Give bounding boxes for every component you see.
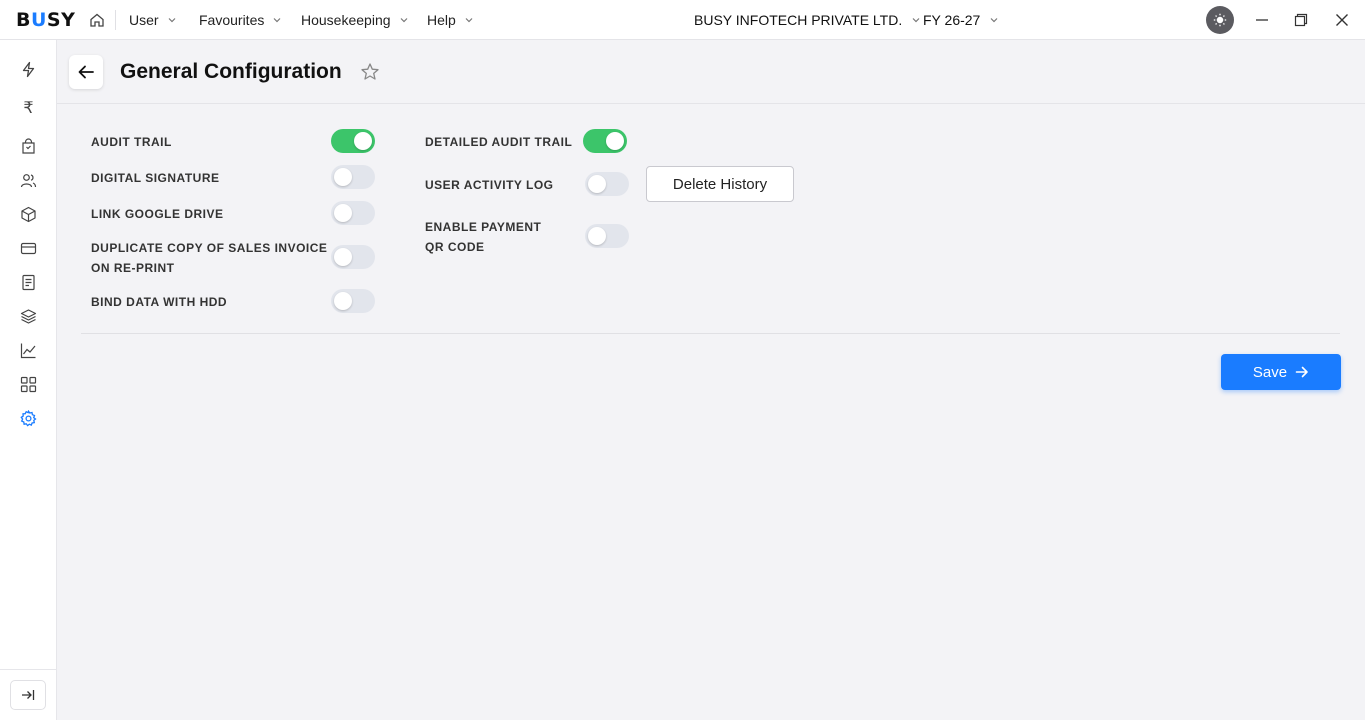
toggle-knob: [354, 132, 372, 150]
enable-payment-qr-toggle[interactable]: [585, 224, 629, 248]
rupee-icon[interactable]: ₹: [20, 99, 37, 116]
chevron-down-icon: [273, 18, 281, 23]
detailed-audit-trail-label: DETAILED AUDIT TRAIL: [425, 135, 573, 149]
page-title: General Configuration: [120, 60, 342, 83]
menu-favourites-label: Favourites: [199, 12, 265, 28]
line-chart-icon[interactable]: [20, 342, 37, 359]
home-icon[interactable]: [89, 12, 105, 28]
top-bar: BUSY User Favourites Housekeeping Help B…: [0, 0, 1365, 40]
bind-data-hdd-label: BIND DATA WITH HDD: [91, 295, 228, 309]
menu-housekeeping[interactable]: Housekeeping: [301, 0, 408, 40]
layers-icon[interactable]: [20, 308, 37, 325]
menu-user[interactable]: User: [129, 0, 176, 40]
divider: [0, 669, 56, 670]
enable-payment-qr-label-line1: ENABLE PAYMENT: [425, 220, 542, 234]
bind-data-hdd-toggle[interactable]: [331, 289, 375, 313]
digital-signature-label: DIGITAL SIGNATURE: [91, 171, 220, 185]
star-icon[interactable]: [360, 62, 380, 82]
back-button[interactable]: [69, 55, 103, 89]
audit-trail-label: AUDIT TRAIL: [91, 135, 172, 149]
arrow-right-icon: [1295, 366, 1308, 378]
theme-toggle-button[interactable]: [1206, 6, 1234, 34]
chevron-down-icon: [465, 18, 473, 23]
menu-help[interactable]: Help: [427, 0, 473, 40]
shopping-bag-icon[interactable]: [20, 138, 37, 155]
enable-payment-qr-label-line2: QR CODE: [425, 240, 485, 254]
menu-help-label: Help: [427, 12, 456, 28]
save-button-label: Save: [1252, 363, 1288, 381]
duplicate-copy-label-line2: ON RE-PRINT: [91, 261, 175, 275]
divider: [81, 333, 1340, 334]
duplicate-copy-label-line1: DUPLICATE COPY OF SALES INVOICE: [91, 241, 328, 255]
arrow-left-icon: [78, 65, 94, 79]
restore-icon[interactable]: [1292, 11, 1310, 29]
digital-signature-toggle[interactable]: [331, 165, 375, 189]
menu-favourites[interactable]: Favourites: [199, 0, 281, 40]
toggle-knob: [588, 175, 606, 193]
box-icon[interactable]: [20, 206, 37, 223]
sidebar: ₹: [0, 40, 57, 720]
chevron-down-icon: [400, 18, 407, 23]
lightning-icon[interactable]: [20, 61, 37, 78]
toggle-knob: [334, 292, 352, 310]
user-activity-log-toggle[interactable]: [585, 172, 629, 196]
busy-logo: BUSY: [16, 9, 76, 31]
users-icon[interactable]: [20, 172, 37, 189]
toggle-knob: [334, 168, 352, 186]
menu-user-label: User: [129, 12, 159, 28]
chevron-down-icon: [168, 18, 175, 23]
chevron-down-icon: [990, 18, 998, 23]
link-google-drive-toggle[interactable]: [331, 201, 375, 225]
close-icon[interactable]: [1333, 11, 1351, 29]
divider: [57, 103, 1365, 104]
document-icon[interactable]: [20, 274, 37, 291]
detailed-audit-trail-toggle[interactable]: [583, 129, 627, 153]
sun-icon: [1213, 13, 1227, 27]
divider: [115, 10, 116, 30]
minimize-icon[interactable]: [1253, 11, 1271, 29]
card-icon[interactable]: [20, 240, 37, 257]
delete-history-button[interactable]: Delete History: [646, 166, 794, 202]
fy-label: FY 26-27: [923, 12, 981, 28]
save-button[interactable]: Save: [1221, 354, 1341, 390]
company-selector[interactable]: BUSY INFOTECH PRIVATE LTD.: [694, 0, 920, 40]
grid-icon[interactable]: [20, 376, 37, 393]
fy-selector[interactable]: FY 26-27: [923, 0, 998, 40]
company-name: BUSY INFOTECH PRIVATE LTD.: [694, 12, 903, 28]
toggle-knob: [334, 248, 352, 266]
menu-housekeeping-label: Housekeeping: [301, 12, 391, 28]
chevron-down-icon: [912, 18, 920, 23]
collapse-icon: [22, 690, 35, 700]
link-google-drive-label: LINK GOOGLE DRIVE: [91, 207, 224, 221]
audit-trail-toggle[interactable]: [331, 129, 375, 153]
settings-icon[interactable]: [20, 410, 37, 427]
toggle-knob: [334, 204, 352, 222]
duplicate-copy-toggle[interactable]: [331, 245, 375, 269]
user-activity-log-label: USER ACTIVITY LOG: [425, 178, 554, 192]
toggle-knob: [606, 132, 624, 150]
sidebar-collapse-button[interactable]: [10, 680, 46, 710]
toggle-knob: [588, 227, 606, 245]
